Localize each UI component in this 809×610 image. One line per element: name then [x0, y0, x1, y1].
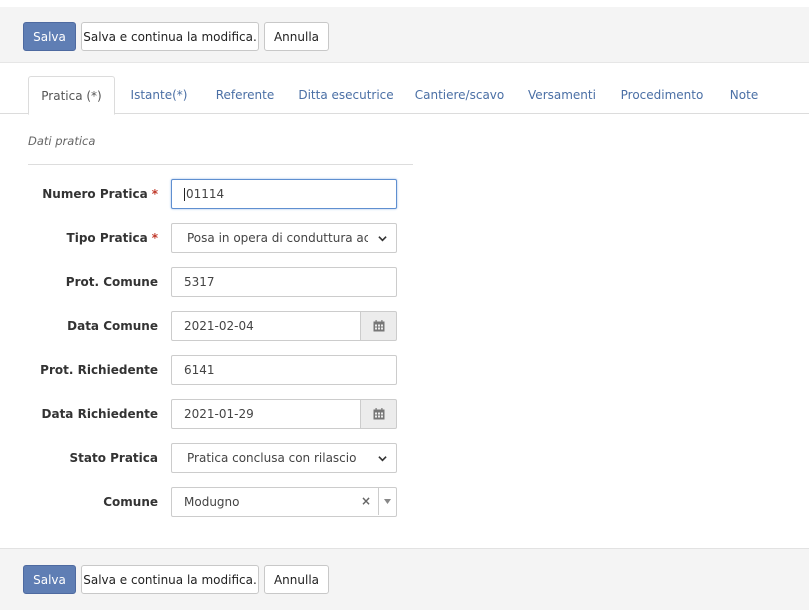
- prot-richiedente-input[interactable]: 6141: [171, 355, 397, 385]
- data-richiedente-calendar-button[interactable]: [360, 399, 397, 429]
- tipo-pratica-select[interactable]: Posa in opera di conduttura acque: [171, 223, 397, 253]
- top-toolbar: Salva Salva e continua la modifica. Annu…: [0, 7, 809, 63]
- form-row-stato-pratica: Stato Pratica Pratica conclusa con rilas…: [0, 443, 420, 473]
- calendar-icon: [373, 408, 384, 420]
- caret-down-icon: [384, 498, 391, 504]
- numero-pratica-input[interactable]: 01114: [171, 179, 397, 209]
- tab-referente[interactable]: Referente: [205, 76, 285, 114]
- tab-istante[interactable]: Istante(*): [120, 76, 198, 114]
- tipo-pratica-label: Tipo Pratica *: [66, 231, 158, 245]
- required-mark: *: [151, 187, 158, 201]
- tab-procedimento[interactable]: Procedimento: [612, 76, 712, 114]
- required-mark: *: [151, 231, 158, 245]
- form-row-tipo-pratica: Tipo Pratica * Posa in opera di conduttur…: [0, 223, 420, 253]
- cancel-button[interactable]: Annulla: [264, 22, 329, 51]
- form-row-data-richiedente: Data Richiedente 2021-01-29: [0, 399, 420, 429]
- tab-cantiere-scavo[interactable]: Cantiere/scavo: [408, 76, 511, 114]
- stato-pratica-select[interactable]: Pratica conclusa con rilascio: [171, 443, 397, 473]
- chevron-down-icon: [378, 456, 387, 462]
- form-row-prot-comune: Prot. Comune 5317: [0, 267, 420, 297]
- cancel-button[interactable]: Annulla: [264, 565, 329, 594]
- prot-comune-input[interactable]: 5317: [171, 267, 397, 297]
- save-button[interactable]: Salva: [23, 565, 76, 594]
- data-richiedente-label: Data Richiedente: [41, 407, 158, 421]
- prot-comune-label: Prot. Comune: [65, 275, 158, 289]
- save-and-continue-button[interactable]: Salva e continua la modifica.: [81, 22, 259, 51]
- form-row-data-comune: Data Comune 2021-02-04: [0, 311, 420, 341]
- data-comune-input[interactable]: 2021-02-04: [171, 311, 361, 341]
- clear-icon[interactable]: ×: [359, 487, 373, 515]
- numero-pratica-label: Numero Pratica *: [42, 187, 158, 201]
- save-and-continue-button[interactable]: Salva e continua la modifica.: [81, 565, 259, 594]
- comune-label: Comune: [103, 495, 158, 509]
- form-row-comune: Comune Modugno ×: [0, 487, 420, 517]
- form-row-prot-richiedente: Prot. Richiedente 6141: [0, 355, 420, 385]
- section-divider: [28, 164, 413, 165]
- tab-versamenti[interactable]: Versamenti: [519, 76, 605, 114]
- tab-bar: Pratica (*) Istante(*) Referente Ditta e…: [0, 76, 809, 115]
- section-title: Dati pratica: [28, 134, 96, 148]
- tab-note[interactable]: Note: [720, 76, 768, 114]
- data-richiedente-input[interactable]: 2021-01-29: [171, 399, 361, 429]
- data-comune-calendar-button[interactable]: [360, 311, 397, 341]
- form-row-numero-pratica: Numero Pratica * 01114: [0, 179, 420, 209]
- prot-richiedente-label: Prot. Richiedente: [40, 363, 158, 377]
- comune-dropdown-toggle[interactable]: [379, 487, 396, 515]
- chevron-down-icon: [378, 236, 387, 242]
- tab-pratica[interactable]: Pratica (*): [28, 76, 115, 115]
- text-cursor: [184, 187, 185, 201]
- stato-pratica-label: Stato Pratica: [69, 451, 158, 465]
- bottom-toolbar: Salva Salva e continua la modifica. Annu…: [0, 548, 809, 610]
- tab-ditta-esecutrice[interactable]: Ditta esecutrice: [290, 76, 402, 114]
- data-comune-label: Data Comune: [67, 319, 158, 333]
- calendar-icon: [373, 320, 384, 332]
- save-button[interactable]: Salva: [23, 22, 76, 51]
